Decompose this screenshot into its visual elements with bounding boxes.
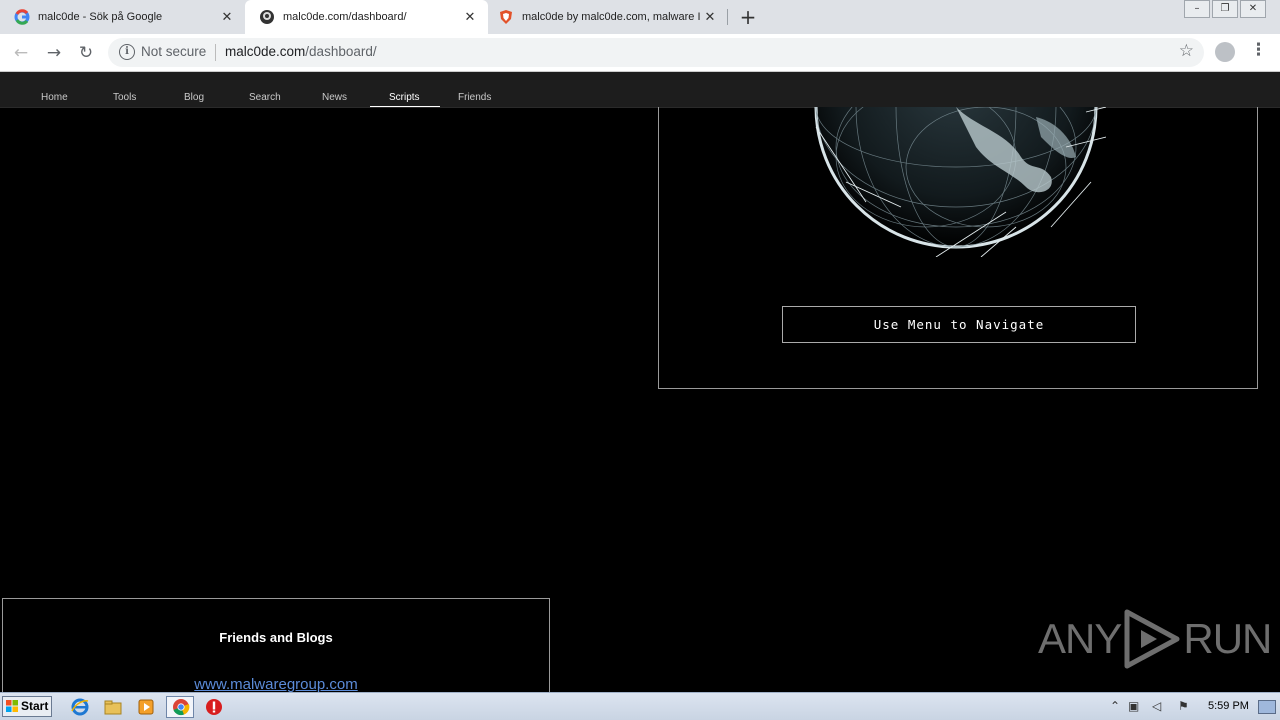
hero-panel: Use Menu to Navigate bbox=[658, 107, 1258, 389]
friends-panel: Friends and Blogs www.malwaregroup.com bbox=[2, 598, 550, 698]
bookmark-star-icon[interactable]: ☆ bbox=[1179, 41, 1194, 61]
anyrun-watermark: ANY RUN bbox=[1038, 607, 1272, 671]
restore-icon[interactable]: ❐ bbox=[1212, 0, 1238, 18]
file-explorer-icon[interactable] bbox=[103, 697, 123, 717]
menu-icon[interactable]: ⋮ bbox=[1250, 40, 1267, 60]
globe-image bbox=[814, 107, 1106, 257]
google-icon bbox=[14, 9, 30, 25]
clock[interactable]: 5:59 PM bbox=[1208, 700, 1249, 712]
close-tab-icon[interactable]: ✕ bbox=[462, 10, 478, 25]
site-icon bbox=[260, 10, 274, 24]
tab-separator bbox=[727, 9, 728, 25]
stop-icon[interactable] bbox=[204, 697, 224, 717]
start-label: Start bbox=[21, 699, 49, 713]
friends-title: Friends and Blogs bbox=[219, 630, 333, 645]
nav-tools[interactable]: Tools bbox=[113, 92, 136, 103]
tab-title: malc0de by malc0de.com, malware I bbox=[522, 11, 701, 23]
tab-google[interactable]: malc0de - Sök på Google ✕ bbox=[0, 0, 245, 34]
url-host: malc0de.com bbox=[225, 44, 306, 59]
info-icon[interactable]: i bbox=[119, 44, 135, 60]
tab-malc0de[interactable]: malc0de by malc0de.com, malware I ✕ bbox=[488, 0, 728, 34]
tab-dashboard[interactable]: malc0de.com/dashboard/ ✕ bbox=[245, 0, 488, 34]
nav-news[interactable]: News bbox=[322, 92, 347, 103]
url-path: /dashboard/ bbox=[305, 44, 377, 59]
security-label: Not secure bbox=[141, 44, 207, 59]
chrome-icon bbox=[173, 699, 190, 716]
tab-title: malc0de.com/dashboard/ bbox=[283, 11, 407, 23]
nav-home[interactable]: Home bbox=[41, 92, 68, 103]
network-icon[interactable]: ▣ bbox=[1128, 699, 1139, 713]
tab-title: malc0de - Sök på Google bbox=[38, 11, 163, 23]
watermark-left: ANY bbox=[1038, 615, 1122, 662]
show-desktop-icon[interactable] bbox=[1258, 700, 1276, 714]
close-window-icon[interactable]: ✕ bbox=[1240, 0, 1266, 18]
taskbar: Start ⌃ ▣ ◁ ⚑ 5:59 PM bbox=[0, 692, 1280, 720]
watermark-right: RUN bbox=[1183, 615, 1272, 662]
volume-icon[interactable]: ◁ bbox=[1152, 699, 1161, 713]
brave-shield-icon bbox=[500, 10, 512, 24]
minimize-icon[interactable]: – bbox=[1184, 0, 1210, 18]
chrome-taskbar-button[interactable] bbox=[166, 696, 194, 718]
nav-scripts[interactable]: Scripts bbox=[389, 92, 420, 103]
window-controls: – ❐ ✕ bbox=[1182, 0, 1266, 18]
internet-explorer-icon[interactable] bbox=[70, 697, 90, 717]
play-logo-icon bbox=[1124, 609, 1180, 669]
start-button[interactable]: Start bbox=[2, 696, 52, 717]
forward-icon[interactable]: → bbox=[43, 42, 65, 64]
media-player-icon[interactable] bbox=[136, 697, 156, 717]
url-text[interactable]: malc0de.com/dashboard/ bbox=[225, 44, 377, 59]
nav-blog[interactable]: Blog bbox=[184, 92, 204, 103]
windows-logo-icon bbox=[6, 700, 18, 712]
tray-expand-icon[interactable]: ⌃ bbox=[1110, 699, 1120, 713]
divider bbox=[215, 44, 216, 61]
nav-search[interactable]: Search bbox=[249, 92, 281, 103]
close-tab-icon[interactable]: ✕ bbox=[702, 10, 718, 25]
action-center-flag-icon[interactable]: ⚑ bbox=[1178, 699, 1189, 713]
profile-avatar-icon[interactable] bbox=[1215, 42, 1235, 62]
reload-icon[interactable]: ↻ bbox=[75, 42, 97, 64]
navigate-hint-box: Use Menu to Navigate bbox=[782, 306, 1136, 343]
nav-friends[interactable]: Friends bbox=[458, 92, 491, 103]
new-tab-icon[interactable]: + bbox=[737, 6, 759, 28]
close-tab-icon[interactable]: ✕ bbox=[219, 10, 235, 25]
friends-link[interactable]: www.malwaregroup.com bbox=[3, 676, 549, 693]
back-icon[interactable]: ← bbox=[10, 42, 32, 64]
